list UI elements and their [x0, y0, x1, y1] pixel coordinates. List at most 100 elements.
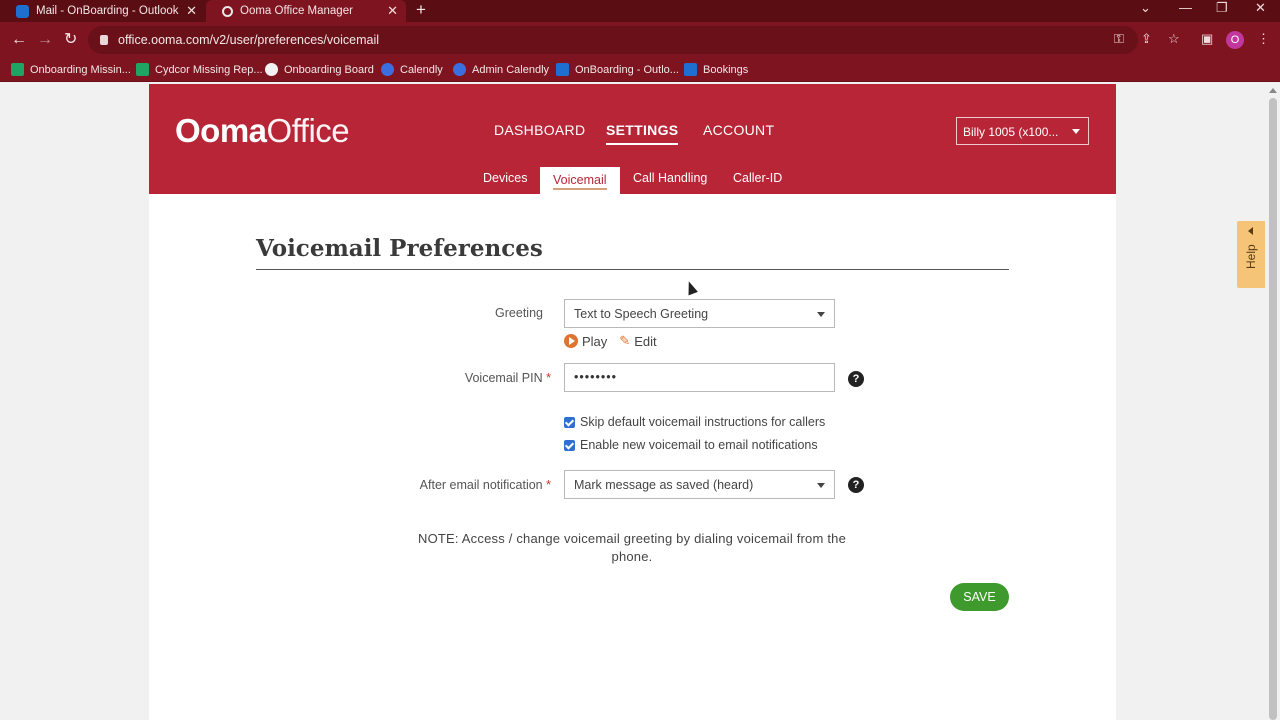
- bookmark-item[interactable]: Cydcor Missing Rep...: [136, 63, 263, 76]
- bookmark-item[interactable]: Bookings: [684, 63, 748, 76]
- subtab-caller-id[interactable]: Caller-ID: [733, 171, 782, 185]
- required-mark: *: [546, 371, 551, 385]
- voicemail-pin-input[interactable]: ••••••••: [564, 363, 835, 392]
- play-link[interactable]: Play: [582, 334, 607, 349]
- required-mark: *: [546, 478, 551, 492]
- ooma-icon: [222, 5, 233, 17]
- chevron-down-icon[interactable]: ⌄: [1140, 0, 1151, 20]
- bookmarks-bar: Onboarding Missin... Cydcor Missing Rep.…: [0, 58, 1280, 82]
- ooma-office-logo[interactable]: OomaOffice: [175, 112, 350, 150]
- bookmark-item[interactable]: Onboarding Board: [265, 63, 374, 76]
- bookmark-item[interactable]: Admin Calendly: [453, 63, 549, 76]
- new-tab-icon[interactable]: +: [416, 0, 426, 20]
- bookmark-item[interactable]: OnBoarding - Outlo...: [556, 63, 679, 76]
- greeting-value: Text to Speech Greeting: [574, 307, 709, 321]
- nav-settings[interactable]: SETTINGS: [606, 122, 679, 145]
- calendly-icon: [453, 63, 466, 76]
- page-scrollbar[interactable]: [1266, 84, 1280, 720]
- after-email-value: Mark message as saved (heard): [574, 478, 754, 492]
- skip-instructions-checkbox-row[interactable]: Skip default voicemail instructions for …: [564, 415, 825, 429]
- subtab-devices[interactable]: Devices: [483, 171, 527, 185]
- scroll-up-icon[interactable]: [1269, 88, 1277, 93]
- checkbox-label: Enable new voicemail to email notificati…: [580, 438, 818, 452]
- restore-icon[interactable]: ❐: [1216, 0, 1228, 20]
- pin-value: ••••••••: [574, 370, 618, 384]
- edit-link[interactable]: Edit: [634, 334, 656, 349]
- bookmark-item[interactable]: Onboarding Missin...: [11, 63, 131, 76]
- caret-down-icon: [817, 483, 825, 488]
- reload-icon[interactable]: ↻: [64, 30, 77, 50]
- help-tab[interactable]: Help: [1237, 221, 1265, 288]
- lock-icon: [100, 35, 108, 45]
- sheets-icon: [136, 63, 149, 76]
- help-icon[interactable]: ?: [848, 477, 864, 493]
- caret-down-icon: [817, 312, 825, 317]
- greeting-actions: Play ✎ Edit: [564, 332, 657, 350]
- key-icon[interactable]: ⚿: [1114, 31, 1124, 47]
- bookmark-label: Bookings: [703, 63, 749, 76]
- after-email-label-text: After email notification: [419, 478, 543, 492]
- address-bar[interactable]: office.ooma.com/v2/user/preferences/voic…: [88, 26, 1138, 54]
- menu-icon[interactable]: ⋮: [1257, 31, 1270, 47]
- tab-title: Ooma Office Manager: [240, 5, 353, 17]
- subtab-voicemail[interactable]: Voicemail: [540, 167, 620, 194]
- checkbox-label: Skip default voicemail instructions for …: [580, 415, 826, 429]
- title-divider: [256, 269, 1009, 270]
- bookmark-item[interactable]: Calendly: [381, 63, 443, 76]
- pencil-icon[interactable]: ✎: [619, 333, 630, 349]
- pin-label-text: Voicemail PIN: [464, 371, 543, 385]
- close-icon[interactable]: ✕: [387, 3, 398, 19]
- minimize-icon[interactable]: —: [1179, 0, 1192, 20]
- play-icon[interactable]: [564, 334, 578, 348]
- checkbox-checked[interactable]: [564, 439, 575, 451]
- browser-toolbar: ← → ↻ office.ooma.com/v2/user/preference…: [0, 22, 1280, 58]
- bookmark-label: Cydcor Missing Rep...: [155, 63, 263, 76]
- bookmark-label: Calendly: [400, 63, 443, 76]
- board-icon: [265, 63, 278, 76]
- subtab-label: Voicemail: [553, 173, 607, 190]
- user-select[interactable]: Billy 1005 (x100...: [956, 117, 1089, 145]
- sidepanel-icon[interactable]: ▣: [1201, 31, 1213, 47]
- tab-title: Mail - OnBoarding - Outlook: [36, 5, 179, 17]
- page-title: Voicemail Preferences: [256, 235, 543, 262]
- ooma-app: OomaOffice DASHBOARD SETTINGS ACCOUNT Bi…: [149, 84, 1116, 720]
- caret-down-icon: [1072, 129, 1080, 134]
- save-button[interactable]: SAVE: [950, 583, 1009, 611]
- close-icon[interactable]: ✕: [186, 3, 197, 19]
- bookmark-label: OnBoarding - Outlo...: [575, 63, 679, 76]
- email-notifications-checkbox-row[interactable]: Enable new voicemail to email notificati…: [564, 438, 818, 452]
- greeting-select[interactable]: Text to Speech Greeting: [564, 299, 835, 328]
- bookmark-label: Onboarding Missin...: [30, 63, 131, 76]
- url-text: office.ooma.com/v2/user/preferences/voic…: [118, 33, 379, 47]
- back-icon[interactable]: ←: [11, 30, 27, 50]
- share-icon[interactable]: ⇪: [1141, 31, 1152, 47]
- forward-icon[interactable]: →: [37, 30, 53, 50]
- checkbox-checked[interactable]: [564, 416, 575, 428]
- outlook-icon: [16, 4, 29, 18]
- logo-bold: Ooma: [175, 112, 267, 149]
- browser-tab-ooma[interactable]: Ooma Office Manager ✕: [206, 0, 406, 22]
- calendly-icon: [381, 63, 394, 76]
- greeting-label: Greeting: [495, 306, 543, 320]
- greeting-note: NOTE: Access / change voicemail greeting…: [417, 531, 847, 564]
- bookmark-label: Admin Calendly: [472, 63, 550, 76]
- bookmark-label: Onboarding Board: [284, 63, 374, 76]
- outlook-icon: [556, 63, 569, 76]
- browser-tab-strip: Mail - OnBoarding - Outlook ✕ Ooma Offic…: [0, 0, 1280, 22]
- subtab-call-handling[interactable]: Call Handling: [633, 171, 707, 185]
- nav-dashboard[interactable]: DASHBOARD: [494, 122, 585, 138]
- page-body: OomaOffice DASHBOARD SETTINGS ACCOUNT Bi…: [0, 84, 1280, 720]
- close-window-icon[interactable]: ✕: [1255, 0, 1266, 20]
- after-email-label: After email notification *: [420, 478, 551, 492]
- star-icon[interactable]: ☆: [1168, 31, 1180, 47]
- pin-label: Voicemail PIN *: [465, 371, 551, 385]
- help-icon[interactable]: ?: [848, 371, 864, 387]
- app-header: OomaOffice DASHBOARD SETTINGS ACCOUNT Bi…: [149, 84, 1116, 194]
- profile-avatar[interactable]: O: [1226, 31, 1244, 49]
- bookings-icon: [684, 63, 697, 76]
- after-email-select[interactable]: Mark message as saved (heard): [564, 470, 835, 499]
- nav-account[interactable]: ACCOUNT: [703, 122, 774, 138]
- scrollbar-thumb[interactable]: [1269, 98, 1277, 720]
- help-tab-label: Help: [1244, 244, 1258, 269]
- browser-tab-outlook[interactable]: Mail - OnBoarding - Outlook ✕: [0, 0, 205, 22]
